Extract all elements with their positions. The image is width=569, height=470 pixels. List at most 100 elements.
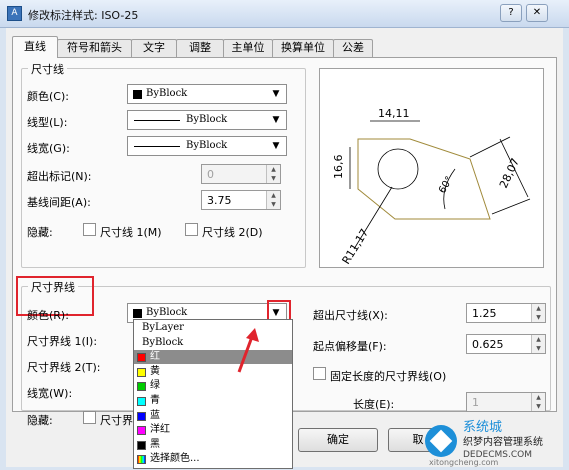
color-swatch-icon bbox=[137, 440, 146, 450]
dim-lineweight-select[interactable]: ByBlock ▼ bbox=[127, 136, 287, 156]
app-icon: A bbox=[7, 6, 22, 21]
preview-pane: 14,11 16,6 28,07 60° R11,17 bbox=[319, 68, 544, 268]
ext-line2-label: 尺寸界线 2(T): bbox=[27, 361, 101, 374]
fixed-length-checkbox[interactable] bbox=[313, 367, 326, 380]
ok-button[interactable]: 确定 bbox=[298, 428, 378, 452]
color-option[interactable]: 红 bbox=[134, 350, 292, 365]
offset-origin-label: 起点偏移量(F): bbox=[313, 340, 387, 353]
help-button[interactable]: ? bbox=[500, 4, 522, 22]
color-swatch-icon bbox=[137, 353, 146, 363]
color-option-label: ByBlock bbox=[142, 336, 184, 348]
offset-origin-value: 0.625 bbox=[472, 338, 504, 351]
watermark-text2: 织梦内容管理系统 bbox=[463, 435, 543, 448]
preview-dim-top: 14,11 bbox=[378, 107, 410, 120]
dialog: 直线 符号和箭头 文字 调整 主单位 换算单位 公差 尺寸线 颜色(C): By… bbox=[6, 28, 563, 469]
tab-tolerances[interactable]: 公差 bbox=[333, 39, 373, 57]
close-button[interactable]: ✕ bbox=[526, 4, 548, 22]
extend-beyond-label: 超出尺寸线(X): bbox=[313, 309, 388, 322]
chevron-down-icon[interactable]: ▼ bbox=[268, 86, 284, 102]
color-option[interactable]: 选择颜色... bbox=[134, 452, 292, 466]
color-option[interactable]: ByBlock bbox=[134, 336, 292, 350]
spin-down-icon[interactable]: ▼ bbox=[267, 174, 280, 183]
color-option[interactable]: 黄 bbox=[134, 365, 292, 379]
length-value: 1 bbox=[472, 396, 479, 409]
preview-dim-left: 16,6 bbox=[332, 155, 345, 180]
suppress-dim-line1-label: 尺寸线 1(M) bbox=[100, 226, 162, 239]
color-option-label: 黄 bbox=[150, 365, 160, 377]
dim-color-value: ByBlock bbox=[146, 88, 188, 99]
length-spinner[interactable]: 1 ▲ ▼ bbox=[466, 392, 546, 412]
color-option[interactable]: ByLayer bbox=[134, 321, 292, 335]
watermark-logo: 系统城 织梦内容管理系统 DEDECMS.COM xitongcheng.com bbox=[419, 417, 569, 467]
preview-dim-slant: 28,07 bbox=[497, 156, 522, 190]
chevron-down-icon[interactable]: ▼ bbox=[268, 138, 284, 154]
tab-primary-units[interactable]: 主单位 bbox=[223, 39, 273, 57]
suppress-dim-line2-checkbox[interactable] bbox=[185, 223, 198, 236]
dim-suppress-label: 隐藏: bbox=[27, 226, 53, 239]
dim-color-label: 颜色(C): bbox=[27, 90, 69, 103]
color-dropdown-list: ByLayer ByBlock 红黄绿青蓝洋红黑选择颜色... bbox=[133, 319, 293, 469]
color-option-label: 选择颜色... bbox=[150, 453, 200, 465]
color-option-label: ByLayer bbox=[142, 322, 184, 333]
color-swatch-icon bbox=[137, 426, 146, 436]
color-swatch-icon bbox=[133, 90, 142, 99]
spin-down-icon[interactable]: ▼ bbox=[267, 200, 280, 209]
spin-up-icon[interactable]: ▲ bbox=[532, 335, 545, 344]
offset-origin-spinner[interactable]: 0.625 ▲ ▼ bbox=[466, 334, 546, 354]
dim-linetype-select[interactable]: ByBlock ▼ bbox=[127, 110, 287, 130]
suppress-ext-line1-checkbox[interactable] bbox=[83, 411, 96, 424]
extend-ticks-label: 超出标记(N): bbox=[27, 170, 92, 183]
color-swatch-icon bbox=[137, 411, 146, 421]
color-swatch-icon bbox=[137, 367, 146, 377]
color-option[interactable]: 青 bbox=[134, 394, 292, 408]
preview-drawing: 14,11 16,6 28,07 60° R11,17 bbox=[332, 107, 531, 267]
color-swatch-icon bbox=[137, 397, 146, 406]
dim-color-select[interactable]: ByBlock ▼ bbox=[127, 84, 287, 104]
tab-lines[interactable]: 直线 bbox=[12, 36, 58, 58]
ext-lineweight-label: 线宽(W): bbox=[27, 387, 73, 400]
color-option-label: 蓝 bbox=[150, 409, 160, 421]
color-option[interactable]: 绿 bbox=[134, 379, 292, 393]
spin-down-icon[interactable]: ▼ bbox=[532, 344, 545, 353]
baseline-spacing-label: 基线间距(A): bbox=[27, 196, 91, 209]
extend-ticks-spinner[interactable]: 0 ▲ ▼ bbox=[201, 164, 281, 184]
spin-up-icon[interactable]: ▲ bbox=[267, 191, 280, 200]
fixed-length-label: 固定长度的尺寸界线(O) bbox=[330, 370, 447, 383]
watermark-text4: xitongcheng.com bbox=[429, 458, 499, 467]
spin-down-icon[interactable]: ▼ bbox=[532, 313, 545, 322]
ext-color-label: 颜色(R): bbox=[27, 309, 69, 322]
spin-up-icon[interactable]: ▲ bbox=[532, 393, 545, 402]
color-option[interactable]: 蓝 bbox=[134, 409, 292, 423]
spin-up-icon[interactable]: ▲ bbox=[532, 304, 545, 313]
suppress-dim-line2-label: 尺寸线 2(D) bbox=[202, 226, 263, 239]
ext-suppress-label: 隐藏: bbox=[27, 414, 53, 427]
baseline-spacing-spinner[interactable]: 3.75 ▲ ▼ bbox=[201, 190, 281, 210]
length-label: 长度(E): bbox=[353, 398, 395, 411]
dim-lines-title: 尺寸线 bbox=[28, 61, 67, 77]
suppress-ext-line1-label: 尺寸界 bbox=[100, 414, 133, 427]
title-bar: A 修改标注样式: ISO-25 ? ✕ bbox=[0, 0, 569, 28]
preview-angle: 60° bbox=[437, 175, 455, 196]
tab-fit[interactable]: 调整 bbox=[176, 39, 224, 57]
baseline-spacing-value: 3.75 bbox=[207, 194, 232, 207]
pointer-arrow-icon bbox=[237, 328, 259, 373]
tab-text[interactable]: 文字 bbox=[131, 39, 177, 57]
suppress-dim-line1-checkbox[interactable] bbox=[83, 223, 96, 236]
color-option-label: 青 bbox=[150, 395, 160, 406]
tab-alternate-units[interactable]: 换算单位 bbox=[272, 39, 334, 57]
dim-linetype-label: 线型(L): bbox=[27, 116, 68, 129]
chevron-down-icon[interactable]: ▼ bbox=[268, 112, 284, 128]
dim-lineweight-label: 线宽(G): bbox=[27, 142, 70, 155]
spin-up-icon[interactable]: ▲ bbox=[267, 165, 280, 174]
tab-symbols-arrows[interactable]: 符号和箭头 bbox=[57, 39, 132, 57]
extend-beyond-spinner[interactable]: 1.25 ▲ ▼ bbox=[466, 303, 546, 323]
tab-panel-lines: 尺寸线 颜色(C): ByBlock ▼ 线型(L): ByBlock ▼ 线宽… bbox=[12, 57, 557, 469]
color-option[interactable]: 黑 bbox=[134, 438, 292, 452]
color-option-label: 绿 bbox=[150, 380, 160, 392]
dim-linetype-value: ByBlock bbox=[186, 114, 228, 125]
color-option[interactable]: 洋红 bbox=[134, 423, 292, 437]
color-option-label: 洋红 bbox=[150, 424, 170, 436]
line-sample-icon bbox=[134, 120, 180, 121]
spin-down-icon[interactable]: ▼ bbox=[532, 402, 545, 411]
palette-icon bbox=[137, 455, 146, 465]
